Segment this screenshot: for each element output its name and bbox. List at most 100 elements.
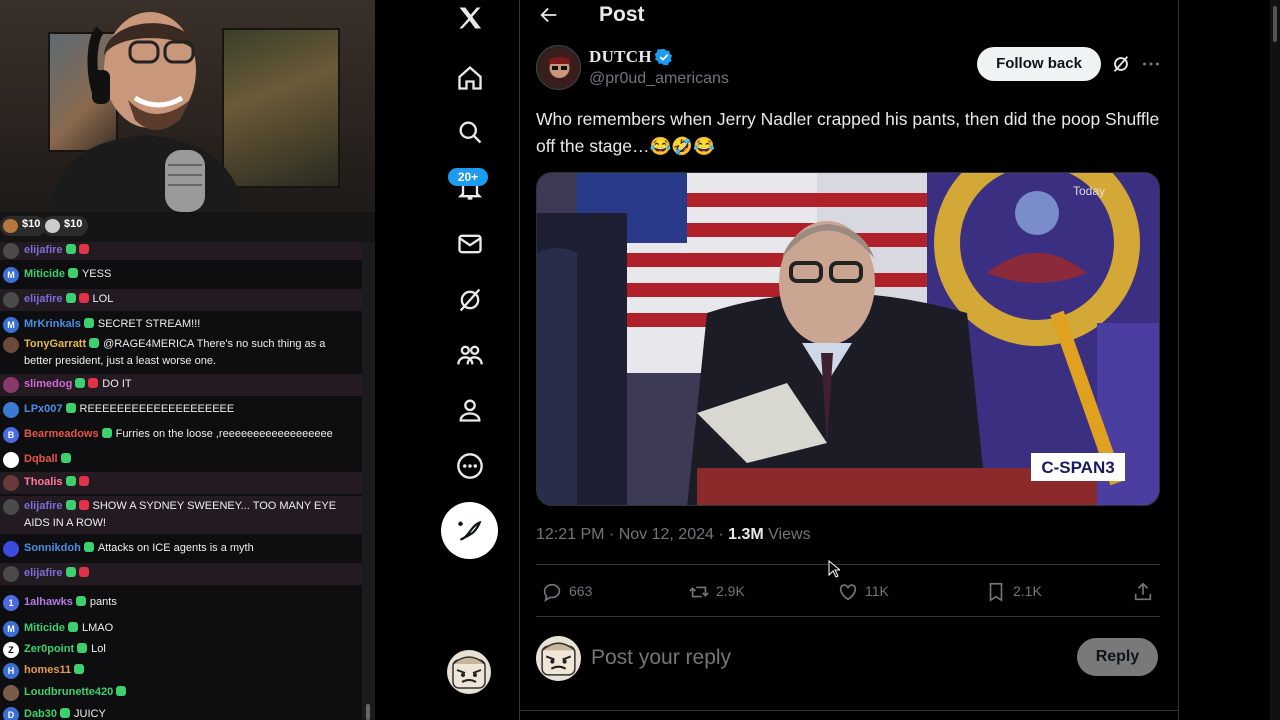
back-arrow-icon[interactable]: [538, 4, 560, 26]
chat-avatar[interactable]: H: [3, 663, 19, 679]
grok-explain-icon[interactable]: [1110, 53, 1132, 75]
chat-avatar[interactable]: B: [3, 427, 19, 443]
chat-message: elijafire SHOW A SYDNEY SWEENEY... TOO MA…: [0, 496, 362, 534]
chat-badge-icon: [78, 476, 89, 486]
communities-icon[interactable]: [456, 341, 484, 369]
chat-avatar[interactable]: [3, 499, 19, 515]
chat-avatar[interactable]: 1: [3, 595, 19, 611]
chat-text: JUICY: [74, 708, 106, 720]
chat-badge-icon: [74, 664, 85, 674]
chat-avatar[interactable]: [3, 337, 19, 353]
x-logo-icon[interactable]: [456, 4, 484, 32]
search-icon[interactable]: [456, 118, 484, 146]
author-handle[interactable]: @pr0ud_americans: [589, 70, 729, 88]
chat-username[interactable]: Bearmeadows: [24, 428, 99, 440]
compose-post-button[interactable]: [441, 502, 498, 559]
right-panel: [1179, 0, 1280, 720]
chat-avatar[interactable]: [3, 566, 19, 582]
post-text: Who remembers when Jerry Nadler crapped …: [536, 109, 1160, 156]
chat-username[interactable]: Thoalis: [24, 476, 63, 488]
tip-badge: $10: [42, 216, 89, 236]
chat-line: elijafire: [24, 242, 356, 259]
chat-badge-icon: [75, 596, 86, 606]
reply-action[interactable]: 663: [541, 579, 592, 603]
messages-icon[interactable]: [456, 230, 484, 258]
chat-avatar[interactable]: [3, 685, 19, 701]
chat-username[interactable]: slimedog: [24, 378, 72, 390]
chat-scrollbar[interactable]: [362, 242, 375, 720]
chat-line: MrKrinkals SECRET STREAM!!!: [24, 316, 356, 333]
grok-icon[interactable]: [456, 286, 484, 314]
chat-username[interactable]: TonyGarratt: [24, 338, 86, 350]
chat-username[interactable]: elijafire: [24, 244, 63, 256]
divider: [536, 564, 1160, 565]
chat-username[interactable]: Dqball: [24, 453, 58, 465]
chat-username[interactable]: elijafire: [24, 500, 63, 512]
chat-avatar[interactable]: M: [3, 317, 19, 333]
cspan-logo: C-SPAN3: [1041, 458, 1114, 477]
chat-username[interactable]: Zer0point: [24, 643, 74, 655]
follow-back-button[interactable]: Follow back: [977, 47, 1101, 81]
chat-line: TonyGarratt @RAGE4MERICA There's no such …: [24, 336, 356, 370]
reply-icon: [543, 584, 561, 603]
like-action[interactable]: 11K: [837, 579, 889, 603]
post-video[interactable]: C-SPAN3 Today: [536, 172, 1160, 506]
chat-avatar[interactable]: [3, 402, 19, 418]
chat-username[interactable]: Loudbrunette420: [24, 686, 113, 698]
chat-username[interactable]: 1alhawks: [24, 596, 73, 608]
chat-username[interactable]: MrKrinkals: [24, 318, 81, 330]
chat-badge-icon: [60, 708, 71, 718]
chat-avatar[interactable]: [3, 243, 19, 259]
chat-username[interactable]: homes11: [24, 664, 71, 676]
chat-line: slimedog DO IT: [24, 376, 356, 393]
chat-avatar[interactable]: [3, 292, 19, 308]
chat-avatar[interactable]: M: [3, 621, 19, 637]
chat-avatar[interactable]: M: [3, 267, 19, 283]
account-avatar[interactable]: [447, 650, 491, 694]
more-options-icon[interactable]: [1140, 53, 1162, 75]
bookmark-icon: [989, 583, 1003, 603]
chat-username[interactable]: Miticide: [24, 268, 65, 280]
chat-line: Sonnikdoh Attacks on ICE agents is a myth: [24, 540, 356, 557]
author-name[interactable]: DUTCH: [589, 47, 652, 67]
reply-button[interactable]: Reply: [1077, 638, 1158, 676]
chat-line: Zer0point Lol: [24, 641, 356, 658]
views-label: Views: [768, 526, 811, 543]
chat-username[interactable]: Miticide: [24, 622, 65, 634]
scrollbar-thumb[interactable]: [1273, 6, 1277, 42]
chat-username[interactable]: elijafire: [24, 293, 63, 305]
bookmark-action[interactable]: 2.1K: [985, 579, 1042, 603]
post-time[interactable]: 12:21 PM: [536, 526, 604, 543]
chat-badge-icon: [60, 453, 71, 463]
chat-text: SECRET STREAM!!!: [97, 318, 201, 330]
chat-avatar[interactable]: [3, 452, 19, 468]
more-icon[interactable]: [456, 452, 484, 480]
chat-badge-icon: [116, 686, 127, 696]
chat-username[interactable]: Dab30: [24, 708, 57, 720]
share-icon: [1134, 582, 1152, 601]
profile-icon[interactable]: [456, 396, 484, 424]
chat-avatar[interactable]: Z: [3, 642, 19, 658]
reply-input[interactable]: [591, 642, 971, 674]
notification-badge: 20+: [448, 168, 488, 186]
chat-username[interactable]: elijafire: [24, 567, 63, 579]
chat-badge-icon: [65, 500, 76, 510]
repost-action[interactable]: 2.9K: [688, 579, 745, 603]
chat-avatar[interactable]: D: [3, 707, 19, 720]
post-date[interactable]: Nov 12, 2024: [619, 526, 714, 543]
chat-badge-icon: [78, 567, 89, 577]
chat-username[interactable]: Sonnikdoh: [24, 542, 81, 554]
author-avatar[interactable]: [536, 45, 581, 90]
chat-line: homes11: [24, 662, 356, 679]
chat-avatar[interactable]: [3, 475, 19, 491]
chat-avatar[interactable]: [3, 541, 19, 557]
chat-line: Dqball: [24, 451, 356, 468]
scrollbar-thumb[interactable]: [366, 704, 370, 720]
chat-username[interactable]: LPx007: [24, 403, 63, 415]
chat-avatar[interactable]: [3, 377, 19, 393]
share-action[interactable]: [1132, 579, 1160, 603]
page-scrollbar[interactable]: [1270, 0, 1280, 720]
reply-avatar: [536, 636, 581, 681]
home-icon[interactable]: [456, 64, 484, 92]
media-overlay-label: Today: [1073, 184, 1105, 198]
